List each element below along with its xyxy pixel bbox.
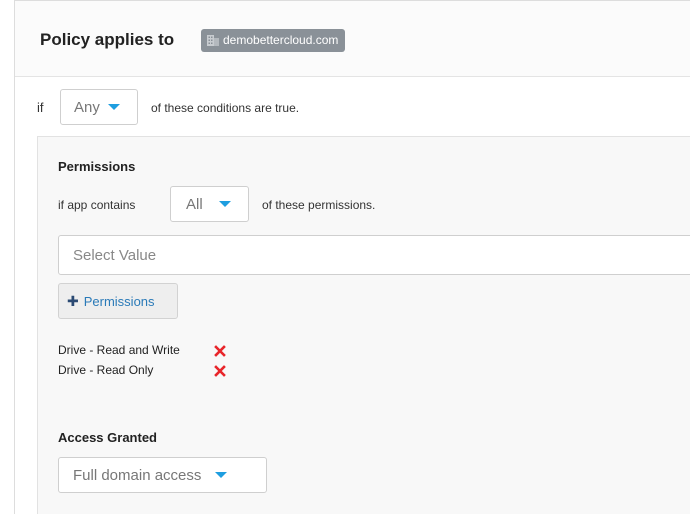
access-granted-value: Full domain access xyxy=(73,466,202,484)
chevron-down-icon xyxy=(107,104,120,110)
permissions-title: Permissions xyxy=(58,159,136,174)
remove-x-icon[interactable] xyxy=(214,345,226,357)
domain-badge: demobettercloud.com xyxy=(201,29,346,52)
remove-x-icon[interactable] xyxy=(214,365,226,377)
if-label: if xyxy=(37,100,44,115)
permission-label: Drive - Read and Write xyxy=(58,343,180,357)
plus-icon: ✚ xyxy=(67,292,79,309)
access-granted-title: Access Granted xyxy=(58,430,157,445)
domain-name: demobettercloud.com xyxy=(223,33,339,47)
access-granted-select[interactable]: Full domain access xyxy=(58,457,267,493)
select-value-input[interactable] xyxy=(58,235,690,275)
chevron-down-icon xyxy=(215,472,228,478)
permission-match-value: All xyxy=(186,195,203,213)
list-item: Drive - Read and Write xyxy=(58,343,180,361)
building-icon xyxy=(207,35,219,46)
permission-label: Drive - Read Only xyxy=(58,363,154,377)
permissions-prefix-text: if app contains xyxy=(58,198,136,212)
chevron-down-icon xyxy=(218,201,231,207)
policy-header: Policy applies to demobettercloud.com xyxy=(14,1,690,77)
add-permissions-label: Permissions xyxy=(83,293,155,309)
add-permissions-button[interactable]: ✚ Permissions xyxy=(58,283,178,319)
condition-match-select[interactable]: Any xyxy=(60,89,138,125)
condition-match-value: Any xyxy=(74,98,100,116)
list-item: Drive - Read Only xyxy=(58,363,153,381)
permission-match-select[interactable]: All xyxy=(170,186,249,222)
conditions-suffix-text: of these conditions are true. xyxy=(151,101,300,115)
frame-left-border xyxy=(14,0,15,514)
policy-title: Policy applies to xyxy=(40,30,175,49)
permissions-suffix-text: of these permissions. xyxy=(262,198,376,212)
